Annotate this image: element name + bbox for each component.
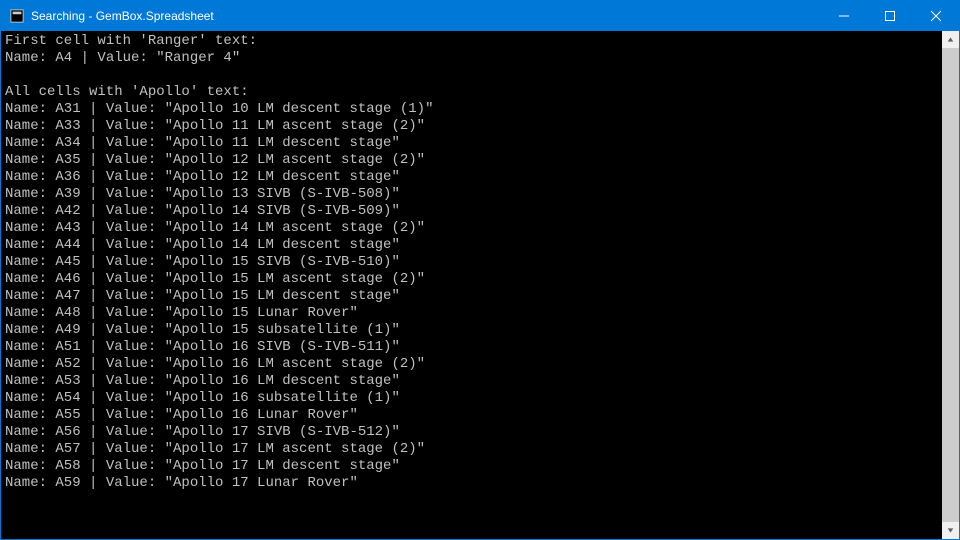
scroll-up-arrow[interactable]: [942, 31, 959, 48]
console-line: Name: A57 | Value: "Apollo 17 LM ascent …: [5, 441, 938, 458]
console-line: Name: A45 | Value: "Apollo 15 SIVB (S-IV…: [5, 254, 938, 271]
console-line: Name: A55 | Value: "Apollo 16 Lunar Rove…: [5, 407, 938, 424]
console-line: Name: A52 | Value: "Apollo 16 LM ascent …: [5, 356, 938, 373]
console-line: Name: A56 | Value: "Apollo 17 SIVB (S-IV…: [5, 424, 938, 441]
window-title: Searching - GemBox.Spreadsheet: [31, 9, 821, 23]
console-line: [5, 67, 938, 84]
close-button[interactable]: [913, 1, 959, 31]
maximize-button[interactable]: [867, 1, 913, 31]
content-area: First cell with 'Ranger' text:Name: A4 |…: [1, 31, 959, 539]
console-output[interactable]: First cell with 'Ranger' text:Name: A4 |…: [1, 31, 942, 539]
console-line: Name: A54 | Value: "Apollo 16 subsatelli…: [5, 390, 938, 407]
scroll-track[interactable]: [942, 48, 959, 522]
console-line: Name: A53 | Value: "Apollo 16 LM descent…: [5, 373, 938, 390]
console-line: Name: A39 | Value: "Apollo 13 SIVB (S-IV…: [5, 186, 938, 203]
console-line: Name: A31 | Value: "Apollo 10 LM descent…: [5, 101, 938, 118]
console-line: Name: A42 | Value: "Apollo 14 SIVB (S-IV…: [5, 203, 938, 220]
console-line: Name: A58 | Value: "Apollo 17 LM descent…: [5, 458, 938, 475]
app-icon: [9, 8, 25, 24]
vertical-scrollbar[interactable]: [942, 31, 959, 539]
scroll-down-arrow[interactable]: [942, 522, 959, 539]
app-window: Searching - GemBox.Spreadsheet First cel…: [0, 0, 960, 540]
console-line: Name: A36 | Value: "Apollo 12 LM descent…: [5, 169, 938, 186]
minimize-button[interactable]: [821, 1, 867, 31]
console-line: Name: A47 | Value: "Apollo 15 LM descent…: [5, 288, 938, 305]
scroll-thumb[interactable]: [942, 48, 959, 522]
console-line: Name: A46 | Value: "Apollo 15 LM ascent …: [5, 271, 938, 288]
console-line: Name: A48 | Value: "Apollo 15 Lunar Rove…: [5, 305, 938, 322]
console-line: Name: A4 | Value: "Ranger 4": [5, 50, 938, 67]
console-line: Name: A59 | Value: "Apollo 17 Lunar Rove…: [5, 475, 938, 492]
console-line: Name: A43 | Value: "Apollo 14 LM ascent …: [5, 220, 938, 237]
window-controls: [821, 1, 959, 31]
console-line: Name: A33 | Value: "Apollo 11 LM ascent …: [5, 118, 938, 135]
titlebar[interactable]: Searching - GemBox.Spreadsheet: [1, 1, 959, 31]
console-line: Name: A51 | Value: "Apollo 16 SIVB (S-IV…: [5, 339, 938, 356]
console-line: Name: A44 | Value: "Apollo 14 LM descent…: [5, 237, 938, 254]
console-line: Name: A35 | Value: "Apollo 12 LM ascent …: [5, 152, 938, 169]
console-line: First cell with 'Ranger' text:: [5, 33, 938, 50]
console-line: Name: A49 | Value: "Apollo 15 subsatelli…: [5, 322, 938, 339]
console-line: Name: A34 | Value: "Apollo 11 LM descent…: [5, 135, 938, 152]
console-line: All cells with 'Apollo' text:: [5, 84, 938, 101]
